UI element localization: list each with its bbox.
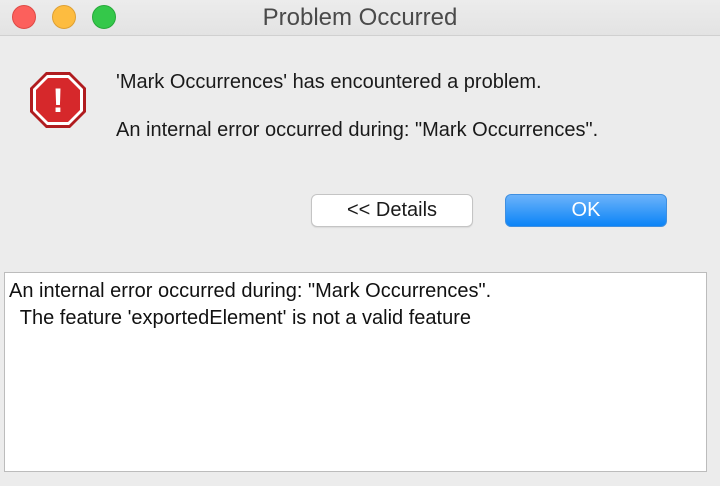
window-title: Problem Occurred [262,4,458,31]
error-glyph: ! [52,82,63,120]
ok-button[interactable]: OK [505,194,667,227]
error-message-detail: An internal error occurred during: "Mark… [116,119,599,141]
details-line-2: The feature 'exportedElement' is not a v… [9,307,471,329]
error-message-title: 'Mark Occurrences' has encountered a pro… [116,71,542,93]
error-stop-icon: ! [30,72,86,128]
dialog-window: Problem Occurred ! 'Mark Occurrences' ha… [0,0,720,486]
error-details-textarea[interactable]: An internal error occurred during: "Mark… [4,272,707,472]
details-toggle-button[interactable]: << Details [311,194,473,227]
title-bar[interactable]: Problem Occurred [0,0,720,36]
details-line-1: An internal error occurred during: "Mark… [9,280,492,302]
